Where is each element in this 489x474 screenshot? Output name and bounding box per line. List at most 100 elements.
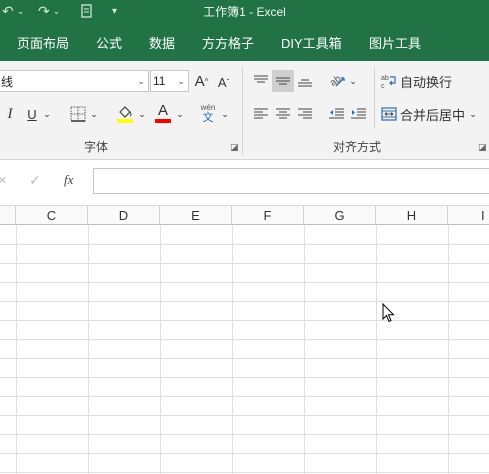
align-top-icon: [254, 75, 268, 83]
formula-input[interactable]: [93, 168, 489, 194]
grid-row-line: [0, 415, 489, 416]
grid-row-line: [0, 453, 489, 454]
wrap-text-icon: ab c: [381, 75, 396, 89]
chevron-down-icon: ⌄: [43, 108, 51, 119]
ribbon: 线 ⌄ 11 ⌄ A ^ Aˇ I U ⌄ ⌄ ⌄ A ⌄ wén 文 ⌄ 字体…: [0, 61, 489, 160]
tab-page-layout[interactable]: 页面布局: [17, 33, 69, 52]
chevron-down-icon: ⌄: [221, 108, 229, 119]
grid-row-line: [0, 396, 489, 397]
enter-icon[interactable]: ✓: [29, 172, 41, 189]
grow-font-button[interactable]: A ^: [192, 70, 211, 92]
chevron-down-icon: ⌄: [349, 75, 357, 86]
borders-dropdown[interactable]: ⌄: [89, 103, 99, 125]
ribbon-tabs: 页面布局 公式 数据 方方格子 DIY工具箱 图片工具: [0, 23, 489, 61]
merge-center-button[interactable]: 合并后居中: [381, 103, 465, 125]
borders-icon: [70, 106, 86, 122]
grid-row-line: [0, 358, 489, 359]
middle-align-button[interactable]: [272, 70, 294, 92]
orientation-button[interactable]: ab: [327, 69, 347, 91]
group-divider: [374, 67, 375, 129]
svg-text:c: c: [381, 83, 385, 89]
wrap-text-button[interactable]: ab c 自动换行: [381, 70, 481, 92]
chevron-down-icon: ⌄: [176, 108, 184, 119]
increase-indent-button[interactable]: [348, 103, 368, 125]
font-size-select[interactable]: 11 ⌄: [150, 70, 189, 92]
cancel-icon[interactable]: ×: [0, 172, 7, 189]
font-group-label: 字体: [84, 140, 109, 154]
font-name-value: 线: [1, 74, 14, 89]
grid-row-line: [0, 282, 489, 283]
font-name-select[interactable]: 线 ⌄: [0, 70, 149, 92]
column-header-h[interactable]: H: [376, 206, 448, 225]
orientation-dropdown[interactable]: ⌄: [348, 70, 358, 92]
align-right-icon: [298, 108, 312, 119]
merge-center-icon: [381, 107, 397, 121]
svg-text:ab: ab: [381, 75, 389, 82]
tab-formulas[interactable]: 公式: [96, 33, 122, 52]
italic-button[interactable]: I: [4, 103, 16, 125]
insert-function-icon[interactable]: fx: [64, 172, 73, 188]
tab-fangfanggezi[interactable]: 方方格子: [202, 33, 254, 52]
alignment-dialog-launcher-icon[interactable]: ◪: [478, 142, 487, 153]
merge-center-dropdown[interactable]: ⌄: [467, 103, 479, 125]
column-header-c[interactable]: C: [16, 206, 88, 225]
chevron-down-icon: ⌄: [90, 108, 98, 119]
mouse-pointer-icon: [382, 303, 395, 323]
column-header-i[interactable]: I: [448, 206, 489, 225]
grid-row-line: [0, 301, 489, 302]
align-bottom-icon: [298, 79, 312, 87]
align-right-button[interactable]: [295, 103, 315, 125]
grid-row-line: [0, 320, 489, 321]
column-header-b[interactable]: [0, 206, 16, 225]
text-orientation-icon: ab: [329, 73, 345, 88]
font-color-dropdown[interactable]: ⌄: [175, 103, 185, 125]
grow-font-icon: A: [194, 72, 205, 90]
font-dialog-launcher-icon[interactable]: ◪: [230, 142, 239, 153]
column-header-d[interactable]: D: [88, 206, 160, 225]
align-left-icon: [254, 108, 268, 119]
increase-indent-icon: [350, 108, 366, 119]
shrink-font-icon: A: [217, 74, 227, 90]
column-headers: C D E F G H I: [0, 206, 489, 225]
chevron-down-icon: ⌄: [138, 108, 146, 119]
align-middle-icon: [276, 77, 290, 85]
font-color-button[interactable]: A: [153, 102, 173, 124]
tab-data[interactable]: 数据: [149, 33, 175, 52]
worksheet-grid[interactable]: [0, 225, 489, 474]
group-divider: [242, 67, 243, 155]
top-align-button[interactable]: [251, 70, 271, 92]
phonetic-icon: wén: [200, 102, 216, 112]
fill-bucket-icon: [117, 106, 133, 123]
phonetic-button[interactable]: wén 文: [198, 101, 218, 125]
wrap-text-label: 自动换行: [400, 74, 453, 90]
font-size-value: 11: [153, 74, 166, 88]
tab-diy-toolbox[interactable]: DIY工具箱: [281, 33, 342, 52]
decrease-indent-icon: [328, 108, 344, 119]
font-color-swatch: [155, 118, 171, 123]
align-left-button[interactable]: [251, 103, 271, 125]
chevron-down-icon: ⌄: [177, 75, 185, 86]
column-header-g[interactable]: G: [304, 206, 376, 225]
shrink-font-button[interactable]: Aˇ: [214, 71, 233, 93]
fill-color-dropdown[interactable]: ⌄: [137, 103, 147, 125]
alignment-group-label: 对齐方式: [333, 140, 382, 154]
underline-button[interactable]: U: [24, 103, 40, 125]
grid-row-line: [0, 263, 489, 264]
align-center-icon: [276, 108, 290, 119]
bottom-align-button[interactable]: [295, 70, 315, 92]
tab-picture-tools[interactable]: 图片工具: [369, 33, 421, 52]
chevron-down-icon: ⌄: [137, 75, 145, 86]
window-title: 工作簿1 - Excel: [203, 5, 286, 19]
align-center-button[interactable]: [273, 103, 293, 125]
grid-row-line: [0, 434, 489, 435]
phonetic-dropdown[interactable]: ⌄: [220, 103, 230, 125]
grid-row-line: [0, 244, 489, 245]
underline-dropdown[interactable]: ⌄: [42, 103, 52, 125]
borders-button[interactable]: [68, 103, 88, 125]
column-header-e[interactable]: E: [160, 206, 232, 225]
grid-row-line: [0, 472, 489, 473]
fill-color-button[interactable]: [115, 102, 135, 124]
grid-row-line: [0, 339, 489, 340]
decrease-indent-button[interactable]: [326, 103, 346, 125]
column-header-f[interactable]: F: [232, 206, 304, 225]
